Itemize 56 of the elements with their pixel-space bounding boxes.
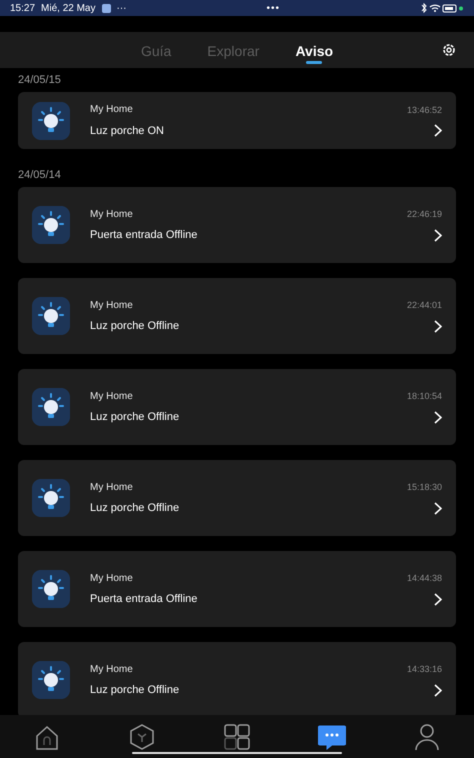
home-name: My Home [90, 482, 133, 492]
tab[interactable]: Aviso [293, 43, 336, 68]
light-bulb-icon [32, 102, 70, 140]
notification-message: Puerta entrada Offline [90, 229, 198, 241]
notification-card[interactable]: My Home 13:46:52 Luz porche ON [18, 92, 456, 149]
notification-card[interactable]: My Home 15:18:30 Luz porche Offline [18, 460, 456, 536]
notification-message: Luz porche Offline [90, 684, 180, 696]
light-bulb-icon [32, 570, 70, 608]
notification-message: Luz porche Offline [90, 502, 180, 514]
light-bulb-icon [32, 206, 70, 244]
status-time: 15:27 [10, 2, 36, 14]
chevron-right-icon [434, 502, 442, 514]
status-date: Mié, 22 May [41, 2, 96, 14]
date-header: 24/05/14 [17, 168, 62, 183]
chevron-right-icon [434, 684, 442, 696]
chat-bubble-icon[interactable] [318, 722, 346, 750]
home-name: My Home [90, 664, 133, 674]
notification-card[interactable]: My Home 18:10:54 Luz porche Offline [18, 369, 456, 445]
more-notifications: ··· [116, 2, 126, 14]
notification-time: 14:44:38 [406, 573, 442, 583]
hexagon-icon[interactable] [128, 722, 156, 750]
notification-time: 13:46:52 [406, 104, 442, 114]
notification-time: 22:46:19 [406, 209, 442, 219]
notification-message: Luz porche ON [90, 124, 164, 136]
settings-icon[interactable] [442, 43, 456, 57]
grid-icon[interactable] [222, 722, 251, 750]
chevron-right-icon [434, 320, 442, 332]
notification-card[interactable]: My Home 22:46:19 Puerta entrada Offline [18, 187, 456, 263]
home-name: My Home [90, 208, 133, 220]
home-name: My Home [90, 300, 133, 310]
notification-card[interactable]: My Home 14:33:16 Luz porche Offline [18, 642, 456, 715]
chevron-right-icon [434, 228, 442, 242]
light-bulb-icon [32, 661, 70, 699]
notification-time: 22:44:01 [406, 300, 442, 310]
notification-message: Puerta entrada Offline [90, 593, 198, 605]
notification-time: 15:18:30 [406, 482, 442, 492]
status-dots: ••• [265, 2, 281, 14]
status-icons [420, 3, 464, 13]
person-icon[interactable] [412, 722, 441, 750]
home-name: My Home [90, 390, 133, 402]
home-name: My Home [90, 104, 133, 115]
chevron-right-icon [434, 592, 442, 606]
notification-time: 18:10:54 [406, 391, 442, 401]
home-name: My Home [90, 572, 133, 584]
chevron-right-icon [434, 124, 442, 137]
notification-message: Luz porche Offline [90, 320, 180, 332]
light-bulb-icon [32, 388, 70, 426]
date-header: 24/05/15 [17, 73, 62, 88]
notification-time: 14:33:16 [406, 664, 442, 674]
notification-card[interactable]: My Home 14:44:38 Puerta entrada Offline [18, 551, 456, 627]
notification-message: Luz porche Offline [90, 411, 180, 423]
chevron-right-icon [434, 410, 442, 424]
light-bulb-icon [32, 297, 70, 335]
light-bulb-icon [32, 479, 70, 517]
notification-card[interactable]: My Home 22:44:01 Luz porche Offline [18, 278, 456, 354]
app-notification-icon [102, 4, 110, 12]
